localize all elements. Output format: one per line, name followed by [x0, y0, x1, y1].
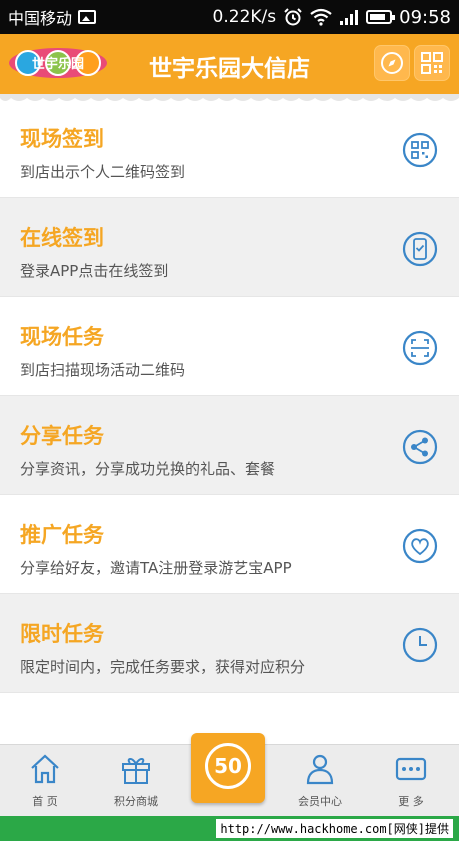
task-list: 现场签到 到店出示个人二维码签到 在线签到 登录APP点击在线签到 现场任务 到…: [0, 94, 459, 744]
task-desc: 到店出示个人二维码签到: [20, 163, 186, 181]
status-bar: 中国移动 0.22K/s 09:58: [0, 0, 459, 34]
task-title: 推广任务: [20, 523, 104, 547]
phone-check-icon: [402, 231, 438, 267]
gift-icon: [122, 758, 150, 784]
tab-more-label: 更 多: [398, 795, 424, 808]
gallery-icon: [78, 10, 97, 24]
person-icon: [306, 754, 334, 785]
tab-points-mall[interactable]: 积分商城: [96, 745, 176, 817]
tab-home-label: 首 页: [32, 795, 58, 808]
task-row-onsite-checkin[interactable]: 现场签到 到店出示个人二维码签到: [0, 99, 459, 198]
points-value: 50: [205, 743, 251, 789]
task-row-promo-task[interactable]: 推广任务 分享给好友，邀请TA注册登录游艺宝APP: [0, 495, 459, 594]
qr-button[interactable]: [414, 45, 450, 81]
clock-icon: [402, 627, 438, 663]
home-icon: [31, 754, 59, 784]
more-icon: [395, 757, 427, 781]
task-title: 分享任务: [20, 424, 104, 448]
compass-icon: [381, 52, 403, 74]
task-row-online-checkin[interactable]: 在线签到 登录APP点击在线签到: [0, 198, 459, 297]
wifi-icon: [310, 8, 332, 26]
footer-bar: http://www.hackhome.com[网侠]提供: [0, 816, 459, 841]
task-row-timed-task[interactable]: 限时任务 限定时间内，完成任务要求，获得对应积分: [0, 594, 459, 693]
tab-member-center-label: 会员中心: [298, 795, 342, 808]
network-speed: 0.22K/s: [212, 7, 277, 27]
compass-button[interactable]: [374, 45, 410, 81]
task-row-onsite-task[interactable]: 现场任务 到店扫描现场活动二维码: [0, 297, 459, 396]
qr-code-icon: [421, 52, 443, 74]
heart-icon: [402, 528, 438, 564]
tab-home[interactable]: 首 页: [5, 745, 85, 817]
qr-code-icon: [402, 132, 438, 168]
battery-icon: [366, 10, 396, 24]
task-row-share-task[interactable]: 分享任务 分享资讯，分享成功兑换的礼品、套餐: [0, 396, 459, 495]
task-title: 限时任务: [20, 622, 104, 646]
task-desc: 登录APP点击在线签到: [20, 262, 169, 280]
signal-icon: [340, 10, 359, 25]
alarm-icon: [284, 8, 302, 26]
task-title: 在线签到: [20, 226, 104, 250]
status-right: 0.22K/s 09:58: [213, 7, 451, 28]
scan-icon: [402, 330, 438, 366]
carrier-label: 中国移动: [8, 9, 73, 28]
points-center-button[interactable]: 50: [191, 733, 265, 803]
tab-more[interactable]: 更 多: [371, 745, 451, 817]
task-desc: 分享资讯，分享成功兑换的礼品、套餐: [20, 460, 276, 478]
task-desc: 限定时间内，完成任务要求，获得对应积分: [20, 658, 306, 676]
task-desc: 分享给好友，邀请TA注册登录游艺宝APP: [20, 559, 292, 577]
clock-time: 09:58: [399, 6, 451, 28]
task-title: 现场任务: [20, 325, 104, 349]
app-bar: 世宇乐园 世宇乐园大信店: [0, 34, 459, 94]
watermark-text: http://www.hackhome.com[网侠]提供: [216, 819, 453, 838]
tab-member-center[interactable]: 会员中心: [280, 745, 360, 817]
task-desc: 到店扫描现场活动二维码: [20, 361, 186, 379]
tab-points-mall-label: 积分商城: [114, 795, 158, 808]
share-icon: [402, 429, 438, 465]
task-title: 现场签到: [20, 127, 104, 151]
